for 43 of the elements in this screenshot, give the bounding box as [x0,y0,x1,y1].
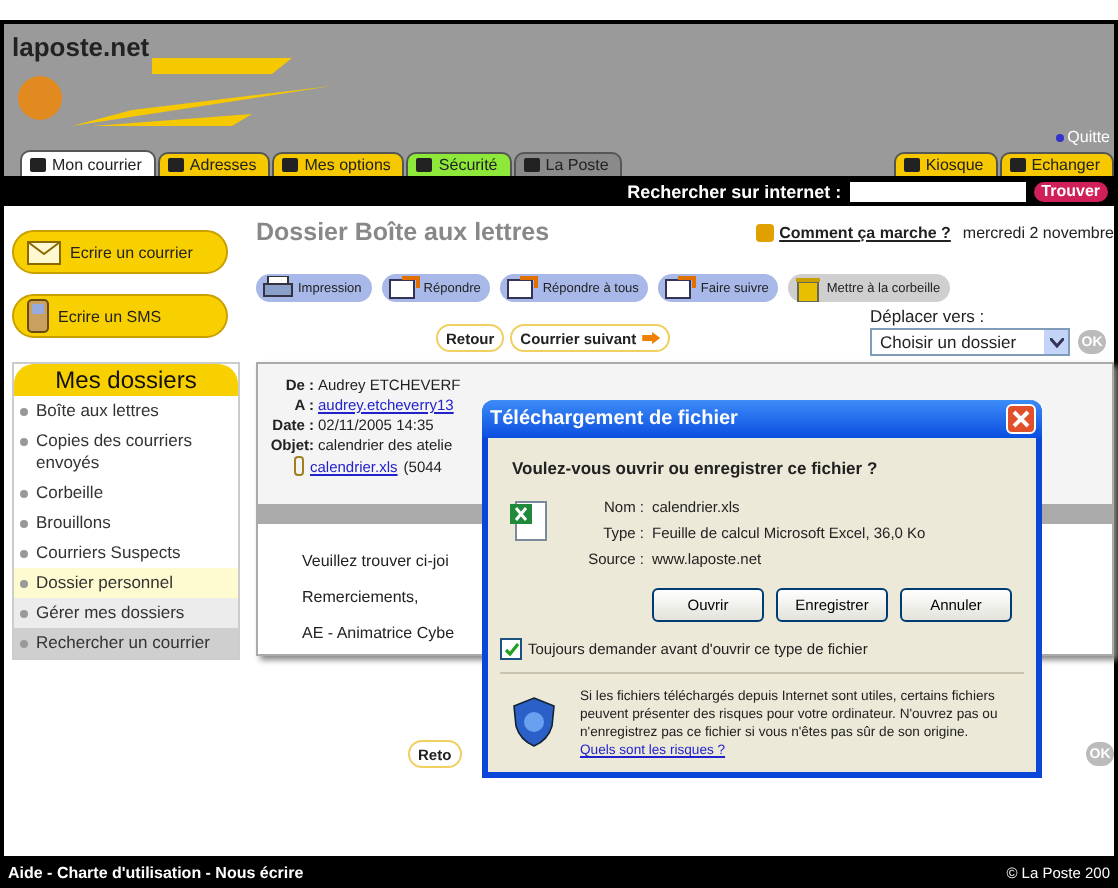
message-text: Remerciements, [302,588,419,606]
bullet-icon [1055,133,1064,141]
phone-icon [26,298,50,334]
shield-icon [512,696,556,748]
nav-tab[interactable]: Sécurité [406,152,512,176]
compose-button[interactable]: Ecrire un courrier [12,230,228,274]
trash-icon [794,275,823,301]
dialog-question: Voulez-vous ouvrir ou enregistrer ce fichier ? [510,456,880,478]
folder-item[interactable]: Dossier personnel [14,568,238,598]
folder-item[interactable]: Boîte aux lettres [14,396,238,426]
nav-tab[interactable]: Mes options [272,152,405,176]
dialog-title: Téléchargement de fichier [490,408,738,430]
nav-tab[interactable]: Mon courrier [20,150,156,176]
nav-tab[interactable]: La Poste [513,152,623,176]
compose-button[interactable]: Ecrire un SMS [12,294,228,338]
help-icon [755,223,774,241]
close-button[interactable] [1006,404,1036,434]
message-text: AE - Animatrice Cybe [302,624,455,642]
paperclip-icon [294,456,304,476]
folder-item[interactable]: Copies des courriers envoyés [14,426,238,478]
nav-tab[interactable]: Kiosque [893,152,998,176]
nav-tab[interactable]: Adresses [157,152,271,176]
message-text: Veuillez trouver ci-joi [302,552,449,570]
nav-tab[interactable]: Echanger [999,152,1114,176]
search-field[interactable] [849,181,1026,201]
checkbox[interactable] [500,638,522,660]
search-button[interactable]: Trouver [1033,181,1108,201]
printer-icon [262,276,294,300]
folder-item[interactable]: Rechercher un courrier [14,628,238,658]
folder-item[interactable]: Gérer mes dossiers [14,598,238,628]
logo-text: laposte.net [12,32,152,62]
page-title: Dossier Boîte aux lettres [256,218,552,246]
move-label: Déplacer vers : [870,306,987,326]
footer-links[interactable]: Aide - Charte d'utilisation - Nous écrire [8,863,304,881]
folder-dropdown[interactable]: Choisir un dossier [870,328,1070,356]
spreadsheet-icon [508,498,548,542]
help-link[interactable]: Comment ça marche ? [779,223,951,241]
folders-title: Mes dossiers [14,364,238,396]
date-text: mercredi 2 novembre [962,223,1114,241]
folder-item[interactable]: Courriers Suspects [14,538,238,568]
folder-item[interactable]: Brouillons [14,508,238,538]
folder-item[interactable]: Corbeille [14,478,238,508]
search-label: Rechercher sur internet : [627,181,842,201]
